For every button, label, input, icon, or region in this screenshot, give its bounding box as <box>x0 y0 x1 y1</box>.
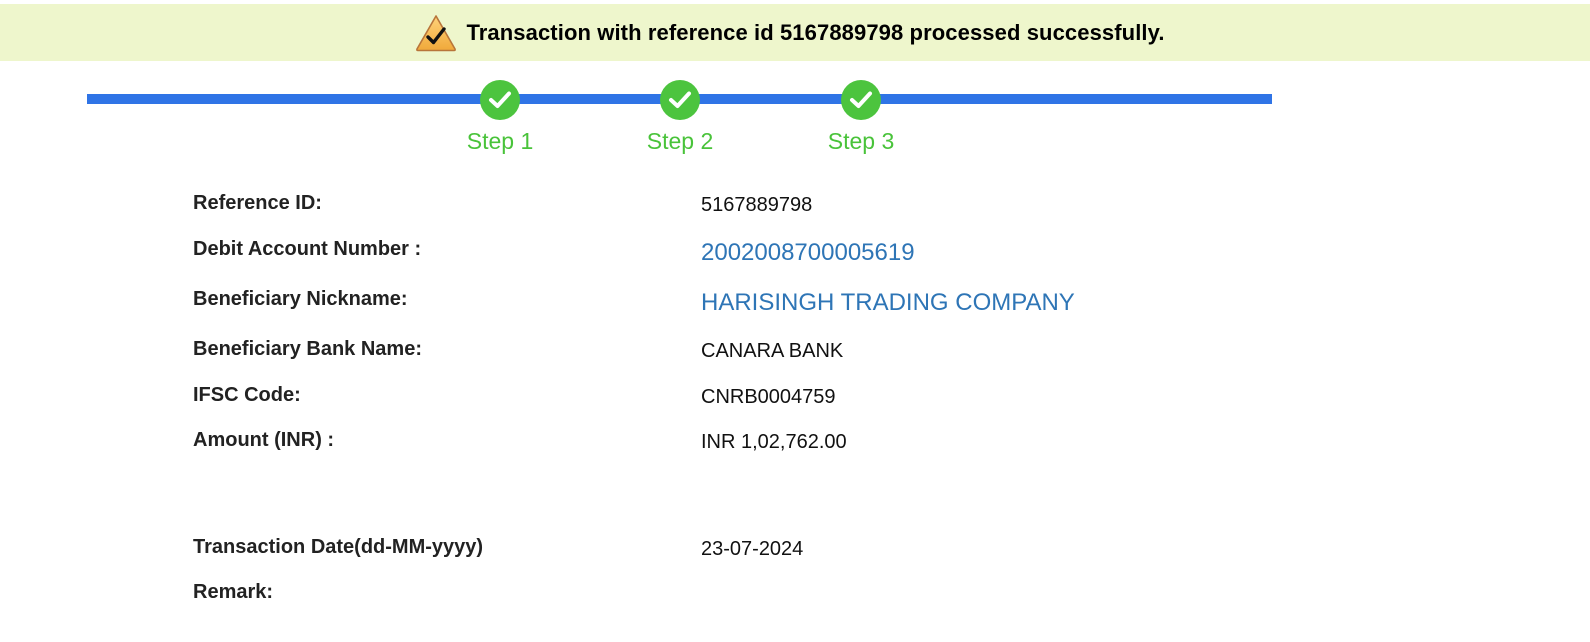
ifsc-code-label: IFSC Code: <box>193 384 301 406</box>
step-3: Step 3 <box>801 80 921 155</box>
ifsc-code-value: CNRB0004759 <box>701 386 836 408</box>
success-message: Transaction with reference id 5167889798… <box>466 19 1165 45</box>
beneficiary-nickname-label: Beneficiary Nickname: <box>193 288 408 310</box>
transaction-date-value: 23-07-2024 <box>701 538 804 560</box>
remark-label: Remark: <box>193 581 274 603</box>
transaction-confirmation-page: Transaction with reference id 5167889798… <box>0 0 1590 642</box>
warning-check-icon <box>415 14 457 52</box>
beneficiary-bank-value: CANARA BANK <box>701 340 844 362</box>
amount-label: Amount (INR) : <box>193 429 335 451</box>
step-3-label: Step 3 <box>827 128 895 154</box>
transaction-date-label: Transaction Date(dd-MM-yyyy) <box>193 536 484 558</box>
debit-account-value[interactable]: 2002008700005619 <box>701 239 915 267</box>
step-1: Step 1 <box>440 80 560 155</box>
debit-account-label: Debit Account Number : <box>193 238 422 260</box>
beneficiary-bank-label: Beneficiary Bank Name: <box>193 338 422 360</box>
success-banner: Transaction with reference id 5167889798… <box>0 4 1590 61</box>
step-2-check-icon <box>660 80 700 120</box>
beneficiary-nickname-value[interactable]: HARISINGH TRADING COMPANY <box>701 289 1075 317</box>
step-1-label: Step 1 <box>466 128 534 154</box>
amount-value: INR 1,02,762.00 <box>701 431 847 453</box>
step-3-check-icon <box>841 80 881 120</box>
reference-id-label: Reference ID: <box>193 192 322 214</box>
step-2-label: Step 2 <box>646 128 714 154</box>
step-2: Step 2 <box>620 80 740 155</box>
step-1-check-icon <box>480 80 520 120</box>
success-banner-content: Transaction with reference id 5167889798… <box>415 14 1164 52</box>
reference-id-value: 5167889798 <box>701 194 813 216</box>
